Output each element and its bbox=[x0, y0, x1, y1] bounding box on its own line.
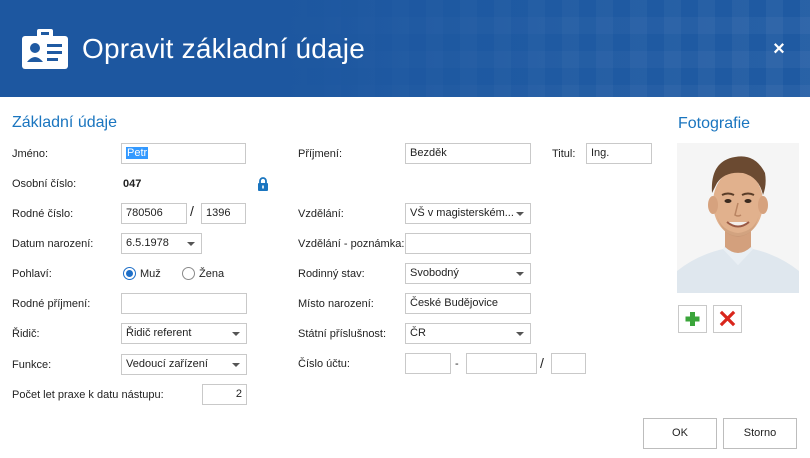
rodne-prijmeni-label: Rodné příjmení: bbox=[12, 298, 91, 310]
prijmeni-field[interactable]: Bezděk bbox=[405, 143, 531, 164]
statni-prislusnost-select[interactable]: ČR bbox=[405, 323, 531, 344]
chevron-down-icon bbox=[187, 242, 195, 246]
jmeno-label: Jméno: bbox=[12, 148, 49, 160]
datum-narozeni-picker[interactable]: 6.5.1978 bbox=[121, 233, 202, 254]
plus-icon bbox=[685, 312, 700, 326]
vzdelani-label: Vzdělání: bbox=[298, 208, 344, 220]
vzdelani-poznamka-label: Vzdělání - poznámka: bbox=[298, 238, 405, 250]
chevron-down-icon bbox=[516, 332, 524, 336]
rodne-cislo-label: Rodné číslo: bbox=[12, 208, 74, 220]
chevron-down-icon bbox=[232, 363, 240, 367]
id-card-icon bbox=[22, 29, 68, 69]
misto-narozeni-label: Místo narození: bbox=[298, 298, 374, 310]
ucet-number-field[interactable] bbox=[466, 353, 537, 374]
statni-prislusnost-label: Státní příslušnost: bbox=[298, 328, 387, 340]
ok-button[interactable]: OK bbox=[643, 418, 717, 449]
ucet-bank-field[interactable] bbox=[551, 353, 586, 374]
ucet-slash: / bbox=[540, 355, 544, 371]
cancel-button[interactable]: Storno bbox=[723, 418, 797, 449]
pocet-let-label: Počet let praxe k datu nástupu: bbox=[12, 389, 164, 401]
titul-field[interactable]: Ing. bbox=[586, 143, 652, 164]
misto-narozeni-field[interactable]: České Budějovice bbox=[405, 293, 531, 314]
ridic-label: Řidič: bbox=[12, 328, 40, 340]
cislo-uctu-label: Číslo účtu: bbox=[298, 358, 350, 370]
person-portrait-icon bbox=[677, 143, 799, 293]
chevron-down-icon bbox=[516, 272, 524, 276]
funkce-select[interactable]: Vedoucí zařízení bbox=[121, 354, 247, 375]
ridic-value: Řidič referent bbox=[126, 327, 192, 339]
funkce-value: Vedoucí zařízení bbox=[126, 358, 208, 370]
add-photo-button[interactable] bbox=[678, 305, 707, 333]
ridic-select[interactable]: Řidič referent bbox=[121, 323, 247, 344]
vzdelani-poznamka-field[interactable] bbox=[405, 233, 531, 254]
jmeno-value: Petr bbox=[126, 147, 149, 159]
osobni-cislo-value: 047 bbox=[123, 178, 142, 190]
funkce-label: Funkce: bbox=[12, 359, 52, 371]
jmeno-field[interactable]: Petr bbox=[121, 143, 246, 164]
gender-female-radio[interactable] bbox=[182, 267, 195, 280]
gender-male-radio[interactable] bbox=[123, 267, 136, 280]
chevron-down-icon bbox=[232, 332, 240, 336]
ucet-dash: - bbox=[455, 358, 459, 370]
rodne-cislo-separator: / bbox=[190, 203, 194, 219]
rodinny-stav-value: Svobodný bbox=[410, 267, 459, 279]
titul-label: Titul: bbox=[552, 148, 576, 160]
datum-narozeni-label: Datum narození: bbox=[12, 238, 94, 250]
prijmeni-label: Příjmení: bbox=[298, 148, 343, 160]
profile-photo bbox=[677, 143, 799, 293]
section-title-photo: Fotografie bbox=[678, 115, 751, 132]
rodinny-stav-select[interactable]: Svobodný bbox=[405, 263, 531, 284]
rodinny-stav-label: Rodinný stav: bbox=[298, 268, 365, 280]
vzdelani-value: VŠ v magisterském... bbox=[410, 207, 514, 219]
vzdelani-select[interactable]: VŠ v magisterském... bbox=[405, 203, 531, 224]
statni-prislusnost-value: ČR bbox=[410, 327, 426, 339]
gender-female-label: Žena bbox=[199, 268, 225, 280]
datum-narozeni-value: 6.5.1978 bbox=[126, 237, 169, 249]
chevron-down-icon bbox=[516, 212, 524, 216]
rodne-cislo-part2[interactable]: 1396 bbox=[201, 203, 246, 224]
section-title-basic: Základní údaje bbox=[12, 114, 117, 131]
ucet-prefix-field[interactable] bbox=[405, 353, 451, 374]
rodne-cislo-part1[interactable]: 780506 bbox=[121, 203, 187, 224]
osobni-cislo-label: Osobní číslo: bbox=[12, 178, 77, 190]
x-icon bbox=[719, 310, 736, 327]
gender-male-label: Muž bbox=[140, 268, 161, 280]
remove-photo-button[interactable] bbox=[713, 305, 742, 333]
pocet-let-field[interactable]: 2 bbox=[202, 384, 247, 405]
pohlavi-label: Pohlaví: bbox=[12, 268, 52, 280]
rodne-prijmeni-field[interactable] bbox=[121, 293, 247, 314]
close-button[interactable]: × bbox=[770, 39, 788, 59]
dialog-header: Opravit základní údaje × bbox=[0, 0, 810, 97]
lock-icon bbox=[258, 177, 268, 191]
dialog-title: Opravit základní údaje bbox=[82, 33, 366, 64]
